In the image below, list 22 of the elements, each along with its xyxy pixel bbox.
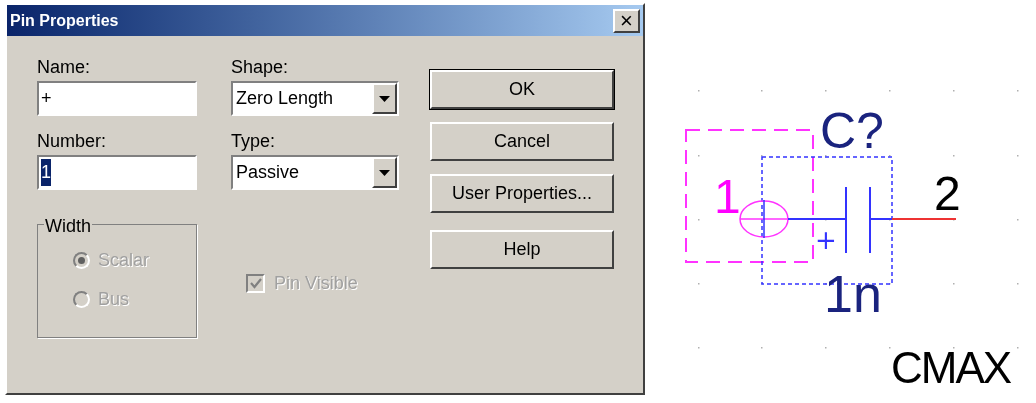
reference-label: C? xyxy=(820,103,884,159)
dialog-button[interactable]: Help xyxy=(430,230,614,269)
window-title: Pin Properties xyxy=(10,10,119,31)
text-field[interactable]: 1 xyxy=(37,155,197,190)
field-label: Number: xyxy=(37,130,107,152)
pin-marker-icon xyxy=(739,199,789,239)
dialog-button[interactable]: Cancel xyxy=(430,122,614,161)
dialog-button[interactable]: OK xyxy=(430,70,614,109)
polarity-label: + xyxy=(815,225,837,255)
text-field[interactable]: + xyxy=(37,81,197,116)
pin-wire xyxy=(891,218,957,220)
pin-number-label: 2 xyxy=(934,167,961,220)
field-label: Name: xyxy=(37,56,90,78)
dialog-button[interactable]: User Properties... xyxy=(430,174,614,213)
value-label: 1n xyxy=(824,265,882,323)
pin-number-label: 1 xyxy=(714,170,741,223)
dropdown[interactable]: Zero Length xyxy=(231,81,399,116)
field-label: Shape: xyxy=(231,56,289,78)
close-button[interactable]: × xyxy=(613,8,640,33)
part-name-label: CMAX xyxy=(891,343,1011,392)
field-label: Type: xyxy=(231,130,276,152)
dropdown[interactable]: Passive xyxy=(231,155,399,190)
